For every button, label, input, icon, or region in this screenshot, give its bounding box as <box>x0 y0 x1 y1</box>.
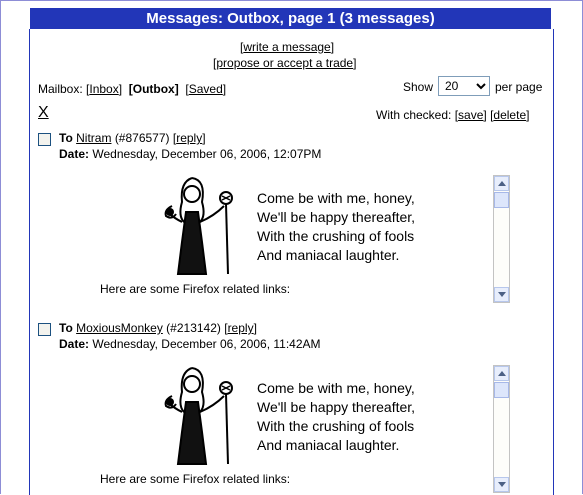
to-label: To <box>59 131 73 145</box>
recipient-link-1[interactable]: Nitram <box>76 131 111 145</box>
propose-trade-link[interactable]: propose or accept a trade <box>216 56 353 70</box>
reply-link-1[interactable]: reply <box>176 131 202 145</box>
with-checked-label: With checked: <box>376 108 452 122</box>
scroll-down-button[interactable] <box>494 287 509 302</box>
poem-line: And maniacal laughter. <box>257 437 400 453</box>
message-2-footer: Here are some Firefox related links: <box>100 472 291 486</box>
message-1-header: To Nitram (#876577) [reply] <box>59 131 206 145</box>
recipient-id: (#876577) <box>114 131 170 145</box>
scroll-thumb[interactable] <box>494 382 509 398</box>
sorceress-drawing-icon <box>164 367 233 465</box>
recipient-id: (#213142) <box>166 321 221 335</box>
poem-line: Come be with me, honey, <box>257 380 415 396</box>
scroll-up-button[interactable] <box>494 176 509 191</box>
scroll-thumb[interactable] <box>494 192 509 208</box>
message-1-poem: Come be with me, honey, We'll be happy t… <box>257 189 415 265</box>
mailbox-nav: Mailbox: [Inbox] [Outbox] [Saved] <box>38 82 227 96</box>
poem-line: And maniacal laughter. <box>257 247 400 263</box>
down-arrow-icon <box>498 292 506 297</box>
mailbox-outbox-current: Outbox <box>132 82 175 96</box>
write-message-link[interactable]: write a message <box>243 40 330 54</box>
message-2-header: To MoxiousMonkey (#213142) [reply] <box>59 321 257 335</box>
message-2-date: Date: Wednesday, December 06, 2006, 11:4… <box>59 337 321 351</box>
message-1-date: Date: Wednesday, December 06, 2006, 12:0… <box>59 147 321 161</box>
message-1-footer: Here are some Firefox related links: <box>100 282 291 296</box>
poem-line: With the crushing of fools <box>257 418 415 434</box>
message-2-poem: Come be with me, honey, We'll be happy t… <box>257 379 415 455</box>
mailbox-inbox-link[interactable]: Inbox <box>89 82 118 96</box>
poem-line: We'll be happy thereafter, <box>257 209 416 225</box>
per-page-suffix: per page <box>495 80 543 94</box>
down-arrow-icon <box>498 482 506 487</box>
date-value: Wednesday, December 06, 2006, 11:42AM <box>92 337 321 351</box>
up-arrow-icon <box>498 371 506 376</box>
scroll-down-button[interactable] <box>494 477 509 492</box>
mailbox-label: Mailbox: <box>38 82 83 96</box>
message-checkbox-1[interactable] <box>38 133 51 146</box>
up-arrow-icon <box>498 181 506 186</box>
to-label: To <box>59 321 73 335</box>
recipient-link-2[interactable]: MoxiousMonkey <box>76 321 163 335</box>
message-checkbox-2[interactable] <box>38 323 51 336</box>
poem-line: Come be with me, honey, <box>257 190 415 206</box>
show-label: Show <box>403 80 434 94</box>
delete-link[interactable]: delete <box>493 108 526 122</box>
date-value: Wednesday, December 06, 2006, 12:07PM <box>92 147 322 161</box>
poem-line: We'll be happy thereafter, <box>257 399 416 415</box>
mailbox-saved-link[interactable]: Saved <box>189 82 223 96</box>
with-checked-actions: With checked: [save] [delete] <box>376 108 530 122</box>
scroll-up-button[interactable] <box>494 366 509 381</box>
date-label: Date: <box>59 147 90 161</box>
poem-line: With the crushing of fools <box>257 228 415 244</box>
toggle-all-link[interactable]: X <box>38 104 49 122</box>
date-label: Date: <box>59 337 90 351</box>
sorceress-drawing-icon <box>164 177 233 275</box>
per-page-select[interactable]: 20 <box>438 76 490 96</box>
reply-link-2[interactable]: reply <box>228 321 254 335</box>
propose-trade-link-wrap: [propose or accept a trade] <box>213 56 357 70</box>
save-link[interactable]: save <box>458 108 483 122</box>
message-2-scrollbar[interactable] <box>493 365 510 493</box>
page-title: Messages: Outbox, page 1 (3 messages) <box>30 8 551 29</box>
message-1-scrollbar[interactable] <box>493 175 510 303</box>
write-message-link-wrap: [write a message] <box>240 40 335 54</box>
